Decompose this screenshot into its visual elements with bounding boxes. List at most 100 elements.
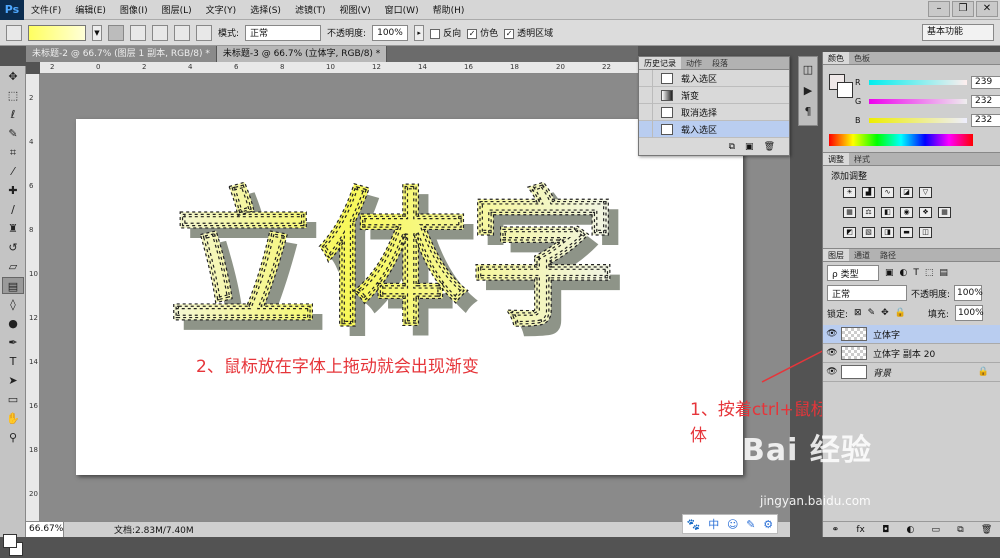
healing-brush-tool-icon[interactable]: ✚ (2, 182, 24, 199)
history-item[interactable]: 渐变 (639, 86, 789, 104)
filter-shape-icon[interactable]: ⬚ (925, 268, 934, 278)
zoom-tool-icon[interactable]: ⚲ (2, 429, 24, 446)
eraser-tool-icon[interactable]: ▱ (2, 258, 24, 275)
lock-position-icon[interactable]: ✥ (881, 308, 889, 318)
actions-play-icon[interactable]: ▶ (800, 82, 816, 99)
minimize-icon[interactable]: – (928, 1, 950, 17)
g-value[interactable]: 232 (971, 95, 1000, 108)
filter-adjust-icon[interactable]: ◐ (900, 268, 908, 278)
color-spectrum[interactable] (829, 134, 973, 146)
hue-saturation-icon[interactable]: ▦ (843, 207, 856, 218)
eye-icon[interactable]: 👁 (823, 348, 841, 358)
pen-tool-icon[interactable]: ✒ (2, 334, 24, 351)
eye-icon[interactable]: 👁 (823, 367, 841, 377)
r-slider[interactable] (869, 80, 967, 85)
blur-tool-icon[interactable]: ◊ (2, 296, 24, 313)
move-tool-icon[interactable]: ✥ (2, 68, 24, 85)
levels-icon[interactable]: ▟ (862, 187, 875, 198)
vibrance-icon[interactable]: ▽ (919, 187, 932, 198)
reverse-checkbox[interactable]: 反向 (430, 26, 461, 39)
type-tool-icon[interactable]: T (2, 353, 24, 370)
history-item[interactable]: 载入选区 (639, 69, 789, 87)
color-balance-icon[interactable]: ⚖ (862, 207, 875, 218)
menu-type[interactable]: 文字(Y) (199, 3, 244, 16)
paragraph-icon[interactable]: ¶ (800, 103, 816, 120)
new-document-icon[interactable]: ⧉ (729, 142, 735, 152)
history-brush-tool-icon[interactable]: ↺ (2, 239, 24, 256)
tab-color[interactable]: 颜色 (823, 52, 849, 64)
hand-tool-icon[interactable]: ✋ (2, 410, 24, 427)
g-slider[interactable] (869, 99, 967, 104)
menu-window[interactable]: 窗口(W) (378, 3, 426, 16)
lasso-tool-icon[interactable]: ℓ (2, 106, 24, 123)
b-slider[interactable] (869, 118, 967, 123)
invert-icon[interactable]: ◩ (843, 227, 856, 238)
trash-icon[interactable]: 🗑 (764, 142, 775, 152)
history-panel-icon[interactable]: ◫ (800, 61, 816, 78)
tab-paths[interactable]: 路径 (875, 249, 901, 261)
history-item-selected[interactable]: 载入选区 (639, 120, 789, 138)
paw-icon[interactable]: 🐾 (687, 518, 701, 531)
layer-row[interactable]: 👁 立体字 副本 20 (823, 344, 1000, 363)
color-swatches[interactable] (3, 534, 23, 558)
reflected-gradient-button[interactable] (174, 24, 190, 41)
eyedropper-tool-icon[interactable]: ⁄ (2, 163, 24, 180)
dodge-tool-icon[interactable]: ● (2, 315, 24, 332)
layer-row[interactable]: 👁 背景 🔒 (823, 363, 1000, 382)
history-item[interactable]: 取消选择 (639, 103, 789, 121)
tab-layers[interactable]: 图层 (823, 249, 849, 261)
threshold-icon[interactable]: ◨ (881, 227, 894, 238)
crop-tool-icon[interactable]: ⌗ (2, 144, 24, 161)
diamond-gradient-button[interactable] (196, 24, 212, 41)
workspace-select[interactable]: 基本功能 (922, 24, 994, 41)
eye-icon[interactable]: 👁 (823, 329, 841, 339)
filter-pixel-icon[interactable]: ▣ (885, 268, 894, 278)
menu-image[interactable]: 图像(I) (113, 3, 155, 16)
document-canvas[interactable]: 立体字 立体字 (76, 119, 743, 475)
menu-filter[interactable]: 滤镜(T) (288, 3, 333, 16)
group-folder-icon[interactable]: ▭ (932, 525, 941, 535)
transparency-checkbox[interactable]: ✓ 透明区域 (504, 26, 553, 39)
gradient-tool-preset-icon[interactable] (6, 24, 22, 41)
marquee-tool-icon[interactable]: ⬚ (2, 87, 24, 104)
angle-gradient-button[interactable] (152, 24, 168, 41)
trash-icon[interactable]: 🗑 (981, 525, 992, 535)
menu-select[interactable]: 选择(S) (243, 3, 288, 16)
black-white-icon[interactable]: ◧ (881, 207, 894, 218)
foreground-color-swatch[interactable] (3, 534, 17, 548)
tab-channels[interactable]: 通道 (849, 249, 875, 261)
selective-color-icon[interactable]: ◫ (919, 227, 932, 238)
dither-checkbox[interactable]: ✓ 仿色 (467, 26, 498, 39)
path-select-tool-icon[interactable]: ➤ (2, 372, 24, 389)
filter-type-icon[interactable]: T (913, 268, 919, 278)
color-preview[interactable] (829, 74, 855, 98)
ime-chinese-toggle[interactable]: 中 (708, 516, 719, 532)
mode-select[interactable]: 正常 (245, 24, 322, 41)
gradient-map-icon[interactable]: ▬ (900, 227, 913, 238)
exposure-icon[interactable]: ◪ (900, 187, 913, 198)
tab-styles[interactable]: 样式 (849, 153, 875, 165)
brush-tool-icon[interactable]: ∕ (2, 201, 24, 218)
lock-all-icon[interactable]: 🔒 (895, 308, 906, 318)
ime-handwrite-button[interactable]: ✎ (746, 518, 755, 531)
photo-filter-icon[interactable]: ◉ (900, 207, 913, 218)
menu-view[interactable]: 视图(V) (332, 3, 377, 16)
color-lookup-icon[interactable]: ▦ (938, 207, 951, 218)
restore-icon[interactable]: ❐ (952, 1, 974, 17)
menu-edit[interactable]: 编辑(E) (68, 3, 113, 16)
opacity-chevron-icon[interactable]: ▸ (414, 24, 425, 41)
brightness-icon[interactable]: ☀ (843, 187, 856, 198)
add-mask-icon[interactable]: ◘ (882, 525, 889, 535)
menu-file[interactable]: 文件(F) (24, 3, 68, 16)
chevron-down-icon[interactable]: ▼ (92, 24, 102, 41)
r-value[interactable]: 239 (971, 76, 1000, 89)
b-value[interactable]: 232 (971, 114, 1000, 127)
shape-tool-icon[interactable]: ▭ (2, 391, 24, 408)
filter-smart-icon[interactable]: ▤ (939, 268, 948, 278)
close-icon[interactable]: ✕ (976, 1, 998, 17)
gradient-tool-icon[interactable]: ▤ (2, 277, 24, 294)
tab-document-2[interactable]: 未标题-2 @ 66.7% (图层 1 副本, RGB/8) * (26, 46, 217, 62)
posterize-icon[interactable]: ▧ (862, 227, 875, 238)
new-layer-icon[interactable]: ⧉ (957, 525, 963, 535)
lock-transparent-icon[interactable]: ⊠ (854, 308, 862, 318)
